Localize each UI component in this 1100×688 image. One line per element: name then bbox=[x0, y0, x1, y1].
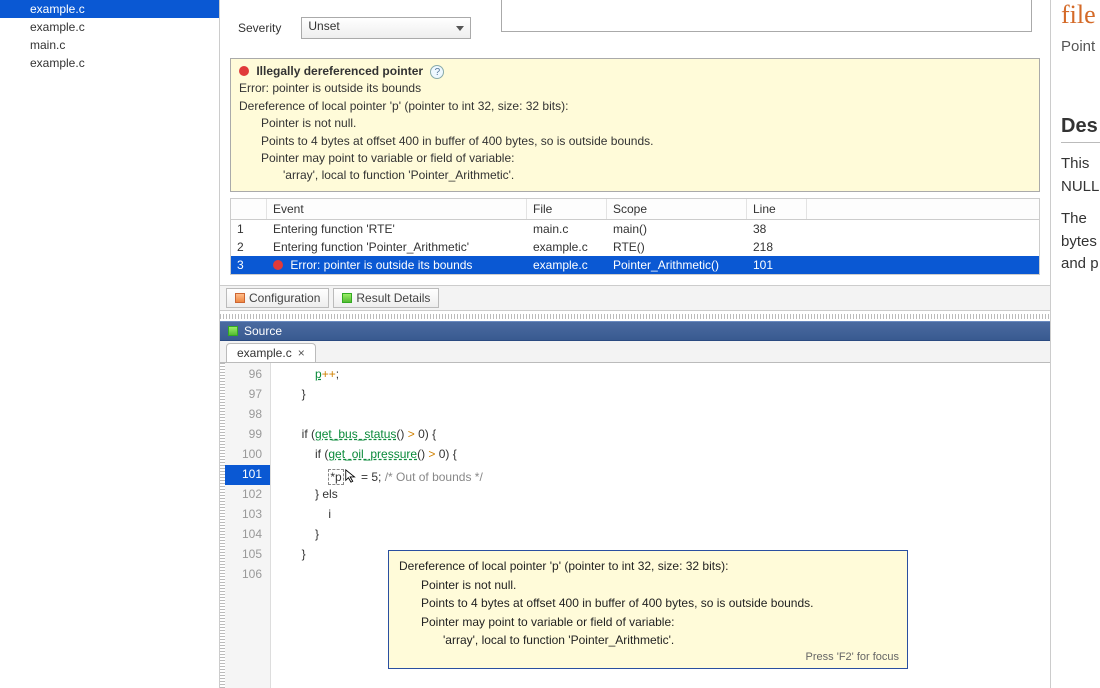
line-number[interactable]: 101 bbox=[225, 465, 270, 485]
tooltip-footer: Press 'F2' for focus bbox=[806, 649, 899, 666]
table-row[interactable]: 2Entering function 'Pointer_Arithmetic'e… bbox=[231, 238, 1039, 256]
help-heading-frag: Des bbox=[1061, 115, 1100, 143]
code-line[interactable]: i bbox=[271, 505, 1050, 525]
severity-select[interactable]: Unset bbox=[301, 17, 471, 39]
diagnostic-deref-line: Dereference of local pointer 'p' (pointe… bbox=[239, 98, 1031, 115]
events-header-row: Event File Scope Line bbox=[231, 199, 1039, 220]
help-text-frag: bytes bbox=[1061, 231, 1100, 254]
tooltip-line: Points to 4 bytes at offset 400 in buffe… bbox=[399, 594, 897, 613]
col-header-num[interactable] bbox=[231, 199, 267, 219]
source-file-tab-bar: example.c × bbox=[220, 341, 1050, 363]
line-number[interactable]: 102 bbox=[225, 485, 270, 505]
diagnostic-detail: Points to 4 bytes at offset 400 in buffe… bbox=[239, 133, 1031, 150]
code-line[interactable]: } els bbox=[271, 485, 1050, 505]
diagnostic-detail: Pointer is not null. bbox=[239, 115, 1031, 132]
col-header-event[interactable]: Event bbox=[267, 199, 527, 219]
source-file-tab[interactable]: example.c × bbox=[226, 343, 316, 362]
result-icon bbox=[342, 293, 352, 303]
pane-splitter[interactable] bbox=[220, 313, 1050, 319]
file-list[interactable]: example.cexample.cmain.cexample.c bbox=[0, 0, 220, 688]
hover-tooltip: Dereference of local pointer 'p' (pointe… bbox=[388, 550, 908, 669]
line-number[interactable]: 98 bbox=[225, 405, 270, 425]
error-dot-icon bbox=[273, 260, 283, 270]
diagnostic-error-line: Error: pointer is outside its bounds bbox=[239, 80, 1031, 97]
col-header-scope[interactable]: Scope bbox=[607, 199, 747, 219]
help-icon[interactable]: ? bbox=[430, 65, 444, 79]
line-number[interactable]: 99 bbox=[225, 425, 270, 445]
tooltip-line: Pointer is not null. bbox=[399, 576, 897, 595]
line-number[interactable]: 106 bbox=[225, 565, 270, 585]
tab-configuration[interactable]: Configuration bbox=[226, 288, 329, 308]
config-icon bbox=[235, 293, 245, 303]
code-line[interactable]: if (get_oil_pressure() > 0) { bbox=[271, 445, 1050, 465]
code-line[interactable]: *p = 5; /* Out of bounds */ bbox=[271, 465, 1050, 485]
source-pane-header: Source bbox=[220, 321, 1050, 341]
code-line[interactable]: } bbox=[271, 525, 1050, 545]
line-number-gutter[interactable]: 96979899100101102103104105106 bbox=[225, 363, 271, 688]
col-header-file[interactable]: File bbox=[527, 199, 607, 219]
code-line[interactable]: if (get_bus_status() > 0) { bbox=[271, 425, 1050, 445]
error-dot-icon bbox=[239, 66, 249, 76]
file-list-item[interactable]: example.c bbox=[0, 54, 219, 72]
file-list-item[interactable]: main.c bbox=[0, 36, 219, 54]
source-pane-title: Source bbox=[244, 324, 282, 338]
help-title-frag: file bbox=[1061, 0, 1100, 20]
tooltip-line: Pointer may point to variable or field o… bbox=[399, 613, 897, 632]
comment-textarea[interactable] bbox=[501, 0, 1032, 32]
diagnostic-panel: Illegally dereferenced pointer ? Error: … bbox=[230, 58, 1040, 192]
line-number[interactable]: 96 bbox=[225, 365, 270, 385]
line-number[interactable]: 100 bbox=[225, 445, 270, 465]
tooltip-line: 'array', local to function 'Pointer_Arit… bbox=[399, 631, 897, 650]
severity-label: Severity bbox=[238, 21, 281, 35]
diagnostic-detail: Pointer may point to variable or field o… bbox=[239, 150, 1031, 167]
file-list-item[interactable]: example.c bbox=[0, 0, 219, 18]
severity-row: Severity Unset bbox=[220, 0, 1050, 56]
line-number[interactable]: 105 bbox=[225, 545, 270, 565]
events-table: Event File Scope Line 1Entering function… bbox=[230, 198, 1040, 275]
table-row[interactable]: 1Entering function 'RTE'main.cmain()38 bbox=[231, 220, 1039, 238]
tab-result-details[interactable]: Result Details bbox=[333, 288, 439, 308]
help-text-frag: NULL bbox=[1061, 176, 1100, 199]
diagnostic-title: Illegally dereferenced pointer bbox=[256, 64, 423, 78]
line-number[interactable]: 104 bbox=[225, 525, 270, 545]
line-number[interactable]: 103 bbox=[225, 505, 270, 525]
help-text-frag: This bbox=[1061, 153, 1100, 176]
table-row[interactable]: 3 Error: pointer is outside its boundsex… bbox=[231, 256, 1039, 274]
close-icon[interactable]: × bbox=[298, 346, 305, 360]
code-line[interactable] bbox=[271, 405, 1050, 425]
code-line[interactable]: p++; bbox=[271, 365, 1050, 385]
help-text-frag: The bbox=[1061, 208, 1100, 231]
code-line[interactable]: } bbox=[271, 385, 1050, 405]
file-list-item[interactable]: example.c bbox=[0, 18, 219, 36]
help-panel: file Point Des This NULL The bytes and p bbox=[1050, 0, 1100, 688]
help-text-frag: and p bbox=[1061, 253, 1100, 276]
tooltip-line: Dereference of local pointer 'p' (pointe… bbox=[399, 557, 897, 576]
line-number[interactable]: 97 bbox=[225, 385, 270, 405]
diagnostic-detail: 'array', local to function 'Pointer_Arit… bbox=[239, 167, 1031, 184]
source-icon bbox=[228, 326, 238, 336]
bottom-tab-bar: Configuration Result Details bbox=[220, 285, 1050, 311]
col-header-line[interactable]: Line bbox=[747, 199, 807, 219]
help-subtitle-frag: Point bbox=[1061, 38, 1100, 55]
